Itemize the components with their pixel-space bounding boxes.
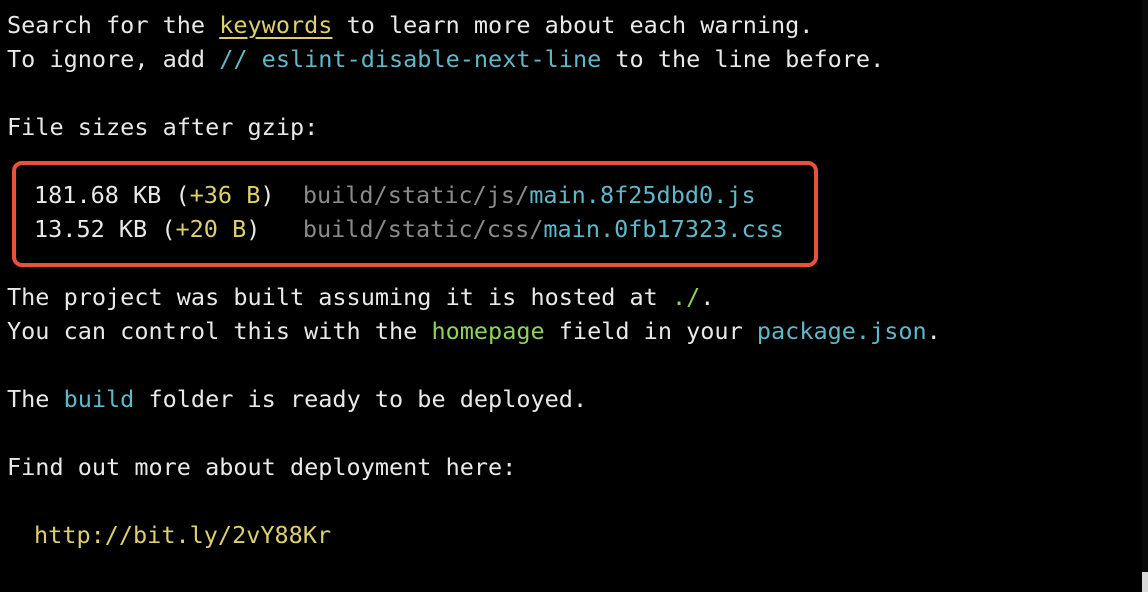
control-prefix: You can control this with the xyxy=(7,317,432,345)
control-line: You can control this with the homepage f… xyxy=(7,314,941,348)
ready-line: The build folder is ready to be deployed… xyxy=(7,382,587,416)
file-diff-close: ) xyxy=(246,215,261,243)
scrollbar[interactable] xyxy=(1142,0,1148,592)
file-dir: build/static/js/ xyxy=(302,181,530,209)
deployment-url-link[interactable]: http://bit.ly/2vY88Kr xyxy=(34,521,331,549)
file-dir: build/static/css/ xyxy=(302,215,544,243)
find-out-line: Find out more about deployment here: xyxy=(7,450,516,484)
file-pad xyxy=(275,181,303,209)
warning-hint-line: Search for the keywords to learn more ab… xyxy=(7,8,813,42)
file-row-js: 181.68 KB (+36 B) build/static/js/main.8… xyxy=(34,178,756,212)
ready-prefix: The xyxy=(7,385,64,413)
hosted-suffix: . xyxy=(700,283,715,311)
control-middle: field in your xyxy=(544,317,757,345)
build-folder: build xyxy=(63,385,135,413)
file-name: main.0fb17323.css xyxy=(543,215,784,243)
ready-suffix: folder is ready to be deployed. xyxy=(134,385,588,413)
scrollbar-thumb[interactable] xyxy=(1142,572,1148,592)
file-sizes-header: File sizes after gzip: xyxy=(7,110,318,144)
file-size-diff: +36 B xyxy=(189,181,261,209)
file-diff-open: ( xyxy=(147,215,176,243)
hosted-path: ./ xyxy=(671,283,701,311)
deployment-url-line: http://bit.ly/2vY88Kr xyxy=(34,518,331,552)
warning-hint-suffix: to learn more about each warning. xyxy=(332,11,814,39)
ignore-hint-suffix: to the line before. xyxy=(601,45,885,73)
ignore-hint-prefix: To ignore, add xyxy=(7,45,220,73)
file-sizes-header-text: File sizes after gzip: xyxy=(7,113,319,141)
control-suffix: . xyxy=(926,317,941,345)
package-json-file: package.json xyxy=(756,317,927,345)
file-row-css: 13.52 KB (+20 B) build/static/css/main.0… xyxy=(34,212,784,246)
file-diff-open: ( xyxy=(161,181,190,209)
warning-hint-prefix: Search for the xyxy=(7,11,220,39)
file-pad xyxy=(260,215,302,243)
find-out-text: Find out more about deployment here: xyxy=(7,453,517,481)
homepage-field: homepage xyxy=(431,317,545,345)
keywords-link[interactable]: keywords xyxy=(219,11,332,39)
file-size: 181.68 KB xyxy=(34,181,162,209)
eslint-disable-comment: // eslint-disable-next-line xyxy=(219,45,602,73)
hosted-prefix: The project was built assuming it is hos… xyxy=(7,283,672,311)
hosted-line: The project was built assuming it is hos… xyxy=(7,280,714,314)
file-size: 13.52 KB xyxy=(34,215,148,243)
ignore-hint-line: To ignore, add // eslint-disable-next-li… xyxy=(7,42,884,76)
file-diff-close: ) xyxy=(260,181,275,209)
file-name: main.8f25dbd0.js xyxy=(529,181,756,209)
file-size-diff: +20 B xyxy=(175,215,247,243)
